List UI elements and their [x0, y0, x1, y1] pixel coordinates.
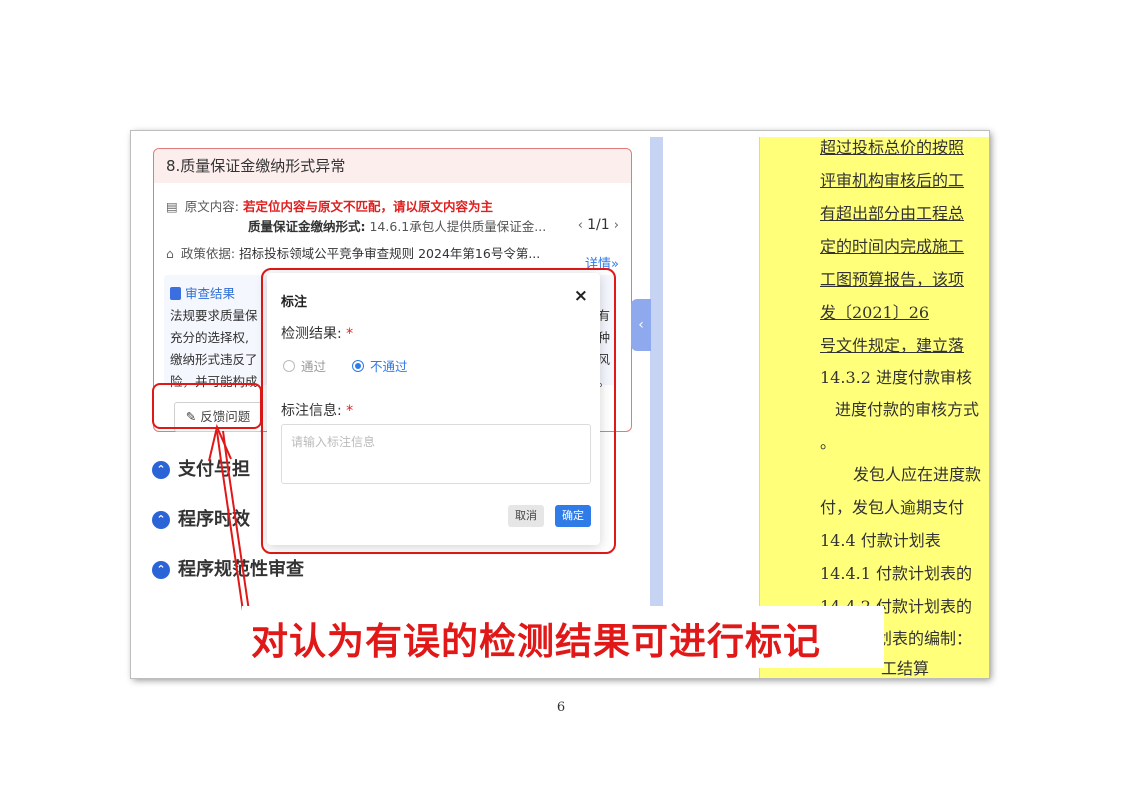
annotation-arrows	[208, 423, 250, 612]
page-number: 6	[556, 700, 566, 715]
annotation-caption: 对认为有误的检测结果可进行标记	[251, 620, 821, 663]
screenshot-frame: 8.质量保证金缴纳形式异常 ▤ 原文内容: 若定位内容与原文不匹配，请以原文内容…	[131, 131, 989, 678]
